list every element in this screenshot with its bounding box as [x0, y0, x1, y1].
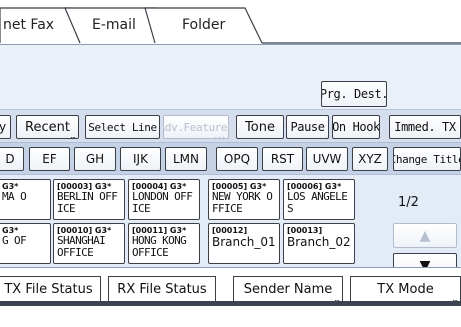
index-label: OPQ — [223, 152, 251, 166]
tx-mode-button[interactable]: TX Mode — [350, 276, 461, 303]
destination-key[interactable]: G3* MA O — [0, 179, 51, 220]
destination-name-line2: S — [287, 202, 294, 215]
index-tab-opq[interactable]: OPQ — [216, 147, 258, 171]
index-tab-uvw[interactable]: UVW — [306, 147, 348, 171]
up-arrow-icon: ▲ — [419, 227, 431, 244]
tab-email[interactable]: E-mail — [92, 17, 136, 33]
change-title-label: Change Title — [393, 152, 461, 166]
partial-left-label: y — [0, 120, 6, 134]
index-label: D — [5, 152, 15, 166]
index-tab-gh[interactable]: GH — [74, 147, 116, 171]
index-label: IJK — [133, 152, 148, 166]
destination-panel: Prg. Dest. y Recent Select Line Adv.Feat… — [0, 44, 461, 278]
index-tab-rst[interactable]: RST — [262, 147, 303, 171]
tab-folder[interactable]: Folder — [182, 17, 225, 33]
destination-name: Branch_01 — [212, 235, 276, 249]
tx-mode-label: TX Mode — [377, 281, 434, 297]
on-hook-label: On Hook — [332, 120, 380, 134]
rx-file-status-button[interactable]: RX File Status — [108, 276, 216, 302]
index-label: XYZ — [358, 152, 382, 166]
select-line-label: Select Line — [88, 120, 157, 134]
destination-name: MA O — [2, 190, 27, 203]
program-destination-button[interactable]: Prg. Dest. — [321, 81, 387, 107]
tx-file-status-button[interactable]: TX File Status — [0, 276, 101, 302]
destination-key[interactable]: [00006] G3* LOS ANGELE S — [283, 179, 355, 220]
bottom-bar: TX File Status RX File Status Sender Nam… — [0, 267, 461, 327]
scroll-up-button[interactable]: ▲ — [393, 223, 457, 248]
immediate-tx-button[interactable]: Immed. TX — [389, 115, 461, 139]
tab-internet-fax[interactable]: net Fax — [3, 17, 54, 33]
destination-key[interactable]: [00011] G3* HONG KONG OFFICE — [128, 223, 200, 264]
index-tab-lmn[interactable]: LMN — [165, 147, 207, 171]
program-destination-label: Prg. Dest. — [321, 87, 387, 101]
adv-features-button[interactable]: Adv.Features — [163, 115, 229, 139]
mode-tabs: net Fax E-mail Folder — [0, 0, 461, 44]
destination-grid: G3* MA O [00003] G3* BERLIN OFF ICE [000… — [0, 174, 461, 278]
destination-name-line2: OFFICE — [132, 246, 169, 259]
destination-key[interactable]: [00004] G3* LONDON OFF ICE — [128, 179, 200, 220]
destination-key[interactable]: [00012] Branch_01 — [208, 223, 280, 264]
pause-button[interactable]: Pause — [286, 115, 329, 139]
destination-name-line2: ICE — [132, 202, 151, 215]
destination-name-line2: FFICE — [212, 202, 243, 215]
tone-label: Tone — [245, 119, 275, 135]
index-label: GH — [85, 152, 105, 166]
index-tab-xyz[interactable]: XYZ — [352, 147, 388, 171]
toolbar-strip: y Recent Select Line Adv.Features Tone P… — [0, 109, 461, 142]
rx-file-status-label: RX File Status — [117, 281, 207, 297]
destination-key[interactable]: [00005] G3* NEW YORK O FFICE — [208, 179, 280, 220]
index-strip: D EF GH IJK LMN OPQ RST UVW XYZ Change T… — [0, 142, 461, 174]
index-tab-ef[interactable]: EF — [29, 147, 70, 171]
tone-button[interactable]: Tone — [236, 115, 284, 139]
program-strip: Prg. Dest. — [0, 45, 461, 109]
destination-name: LOS ANGELE — [287, 190, 348, 203]
tx-file-status-label: TX File Status — [4, 281, 93, 297]
change-title-button[interactable]: Change Title — [393, 147, 461, 171]
index-label: EF — [42, 152, 57, 166]
index-label: RST — [270, 152, 295, 166]
destination-name-line2: OFFICE — [57, 246, 94, 259]
destination-header: [00012] — [212, 226, 248, 235]
index-label: UVW — [312, 152, 342, 166]
partial-left-button[interactable]: y — [0, 115, 11, 139]
select-line-button[interactable]: Select Line — [85, 115, 160, 139]
bottom-divider — [0, 301, 461, 306]
pause-label: Pause — [290, 120, 325, 134]
tab-outlines — [0, 7, 461, 44]
recent-button[interactable]: Recent — [16, 115, 79, 139]
destination-header: [00013] — [287, 226, 323, 235]
on-hook-button[interactable]: On Hook — [332, 115, 380, 139]
destination-key[interactable]: [00003] G3* BERLIN OFF ICE — [53, 179, 125, 220]
adv-features-label: Adv.Features — [164, 120, 228, 134]
destination-name: G OF — [2, 234, 27, 247]
recent-label: Recent — [25, 119, 70, 135]
index-tab-d[interactable]: D — [0, 147, 24, 171]
index-tab-ijk[interactable]: IJK — [120, 147, 161, 171]
destination-name-line2: ICE — [57, 202, 76, 215]
destination-key[interactable]: G3* G OF — [0, 223, 51, 264]
destination-name: Branch_02 — [287, 235, 351, 249]
immediate-tx-label: Immed. TX — [394, 120, 456, 134]
sender-name-button[interactable]: Sender Name — [233, 276, 343, 303]
page-indicator: 1/2 — [398, 195, 419, 210]
destination-key[interactable]: [00010] G3* SHANGHAI OFFICE — [53, 223, 125, 264]
sender-name-label: Sender Name — [243, 281, 333, 297]
destination-key[interactable]: [00013] Branch_02 — [283, 223, 355, 264]
index-label: LMN — [172, 152, 199, 166]
